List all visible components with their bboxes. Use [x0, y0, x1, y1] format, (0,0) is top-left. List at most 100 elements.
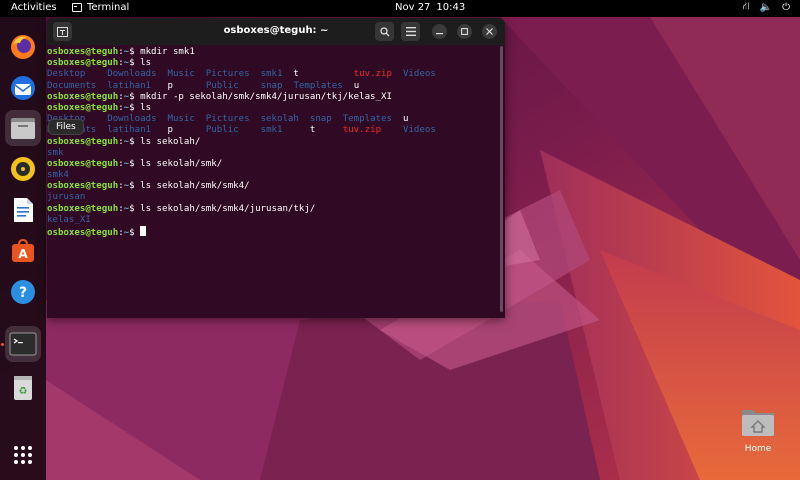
- directory-entry: Downloads: [107, 69, 157, 80]
- maximize-button[interactable]: [457, 24, 472, 39]
- spacing: [151, 81, 167, 91]
- terminal-output-line: Desktop Downloads Music Pictures smk1 t …: [47, 69, 499, 80]
- command-text: ls: [140, 58, 152, 69]
- dock-item-files[interactable]: [5, 110, 41, 146]
- prompt-symbol: $: [129, 47, 141, 57]
- directory-entry: smk4: [47, 170, 69, 181]
- dock-item-show-apps[interactable]: [5, 437, 41, 473]
- dock-item-trash[interactable]: ♻: [5, 369, 41, 405]
- app-name: Terminal: [87, 2, 130, 13]
- spacing: [85, 114, 107, 124]
- terminal-command-line: osboxes@teguh:~$ mkdir smk1: [47, 47, 499, 58]
- directory-entry: sekolah: [260, 114, 299, 125]
- files-icon: [11, 118, 35, 139]
- minimize-button[interactable]: [432, 24, 447, 39]
- terminal-output-line: kelas_XI: [47, 215, 499, 226]
- terminal-scrollbar[interactable]: [500, 46, 503, 312]
- spacing: [299, 69, 354, 79]
- command-text: ls: [140, 102, 152, 113]
- spacing: [239, 81, 261, 91]
- firefox-icon: [11, 35, 35, 59]
- command-text: ls sekolah/smk/smk4/: [140, 181, 250, 192]
- activities-button[interactable]: Activities: [11, 2, 57, 13]
- spacing: [332, 114, 343, 124]
- directory-entry: Desktop: [47, 69, 86, 80]
- terminal-command-line: osboxes@teguh:~$ ls: [47, 103, 499, 114]
- spacing: [96, 125, 107, 135]
- dock-item-thunderbird[interactable]: [5, 70, 41, 106]
- spacing: [239, 125, 261, 135]
- terminal-output[interactable]: osboxes@teguh:~$ mkdir smk1 osboxes@teguh…: [47, 45, 499, 318]
- dock-item-software[interactable]: A: [5, 233, 41, 269]
- dock-item-firefox[interactable]: [5, 29, 41, 65]
- directory-entry: smk1: [260, 69, 283, 80]
- spacing: [282, 69, 293, 79]
- home-folder-label: Home: [744, 444, 772, 454]
- prompt-symbol: $: [129, 91, 141, 102]
- dock-item-rhythmbox[interactable]: [5, 151, 41, 187]
- directory-entry: Public: [205, 125, 239, 136]
- search-button[interactable]: [375, 22, 394, 41]
- dock-item-terminal[interactable]: [5, 326, 41, 362]
- menu-button[interactable]: [401, 22, 420, 41]
- command-text: mkdir smk1: [140, 47, 195, 57]
- app-menu[interactable]: Terminal: [72, 2, 129, 13]
- prompt-user: osboxes@teguh: [47, 47, 119, 57]
- directory-entry: Videos: [402, 69, 436, 80]
- dock: A ? ♻: [0, 17, 46, 480]
- directory-entry: smk1: [260, 125, 283, 136]
- software-center-icon: A: [12, 238, 34, 262]
- file-entry: u: [402, 114, 409, 125]
- terminal-command-line: osboxes@teguh:~$ ls sekolah/smk/smk4/: [47, 181, 499, 192]
- terminal-command-line: osboxes@teguh:~$ ls: [47, 58, 499, 69]
- clock[interactable]: Nov 27 10:43: [395, 2, 465, 13]
- spacing: [157, 69, 168, 79]
- system-tray[interactable]: ⛙ 🔈 ⏻: [743, 1, 790, 14]
- directory-entry: snap: [309, 114, 332, 125]
- dock-item-help[interactable]: ?: [5, 274, 41, 310]
- spacing: [157, 114, 168, 124]
- writer-icon: [14, 198, 33, 222]
- svg-text:A: A: [18, 247, 28, 261]
- command-text: ls sekolah/: [140, 136, 201, 147]
- prompt-user: osboxes@teguh: [47, 136, 119, 147]
- clock-time: 10:43: [436, 2, 466, 13]
- spacing: [392, 114, 403, 124]
- terminal-cursor: [140, 226, 147, 236]
- terminal-output-line: smk4: [47, 170, 499, 181]
- svg-text:♻: ♻: [19, 386, 28, 397]
- close-icon: [486, 28, 493, 35]
- help-icon: ?: [11, 280, 35, 304]
- directory-entry: Pictures: [205, 69, 250, 80]
- directory-entry: Pictures: [205, 114, 250, 125]
- command-text: ls sekolah/smk/: [140, 158, 223, 169]
- directory-entry: Videos: [402, 125, 436, 136]
- prompt-symbol: $: [129, 158, 141, 169]
- terminal-command-line: osboxes@teguh:~$ ls sekolah/smk/smk4/jur…: [47, 204, 499, 215]
- directory-entry: kelas_XI: [47, 214, 91, 225]
- prompt-symbol: $: [129, 181, 141, 192]
- clock-date: Nov 27: [395, 2, 431, 13]
- prompt-symbol: $: [129, 102, 141, 113]
- prompt-symbol: $: [129, 203, 141, 214]
- spacing: [250, 69, 261, 79]
- directory-entry: jurusan: [47, 192, 86, 203]
- dock-item-writer[interactable]: [5, 192, 41, 228]
- spacing: [195, 69, 206, 79]
- spacing: [173, 81, 206, 91]
- top-bar: Activities Terminal Nov 27 10:43 ⛙ 🔈 ⏻: [0, 0, 800, 17]
- spacing: [283, 81, 294, 91]
- directory-entry: Documents: [47, 80, 97, 91]
- search-icon: [379, 26, 389, 36]
- spacing: [96, 81, 107, 91]
- terminal-window[interactable]: osboxes@teguh:~$ mkdir smk1 osboxes@teguh…: [47, 18, 505, 318]
- terminal-titlebar[interactable]: osboxes@teguh: ~: [47, 18, 505, 45]
- desktop-home-folder[interactable]: Home: [735, 406, 781, 454]
- prompt-user: osboxes@teguh: [47, 228, 119, 238]
- prompt-symbol: $: [129, 58, 141, 69]
- close-button[interactable]: [482, 24, 497, 39]
- directory-entry: latihan1: [107, 125, 152, 136]
- terminal-output-line: jurusan: [47, 192, 499, 203]
- prompt-user: osboxes@teguh: [47, 58, 119, 69]
- volume-icon: 🔈: [759, 2, 773, 13]
